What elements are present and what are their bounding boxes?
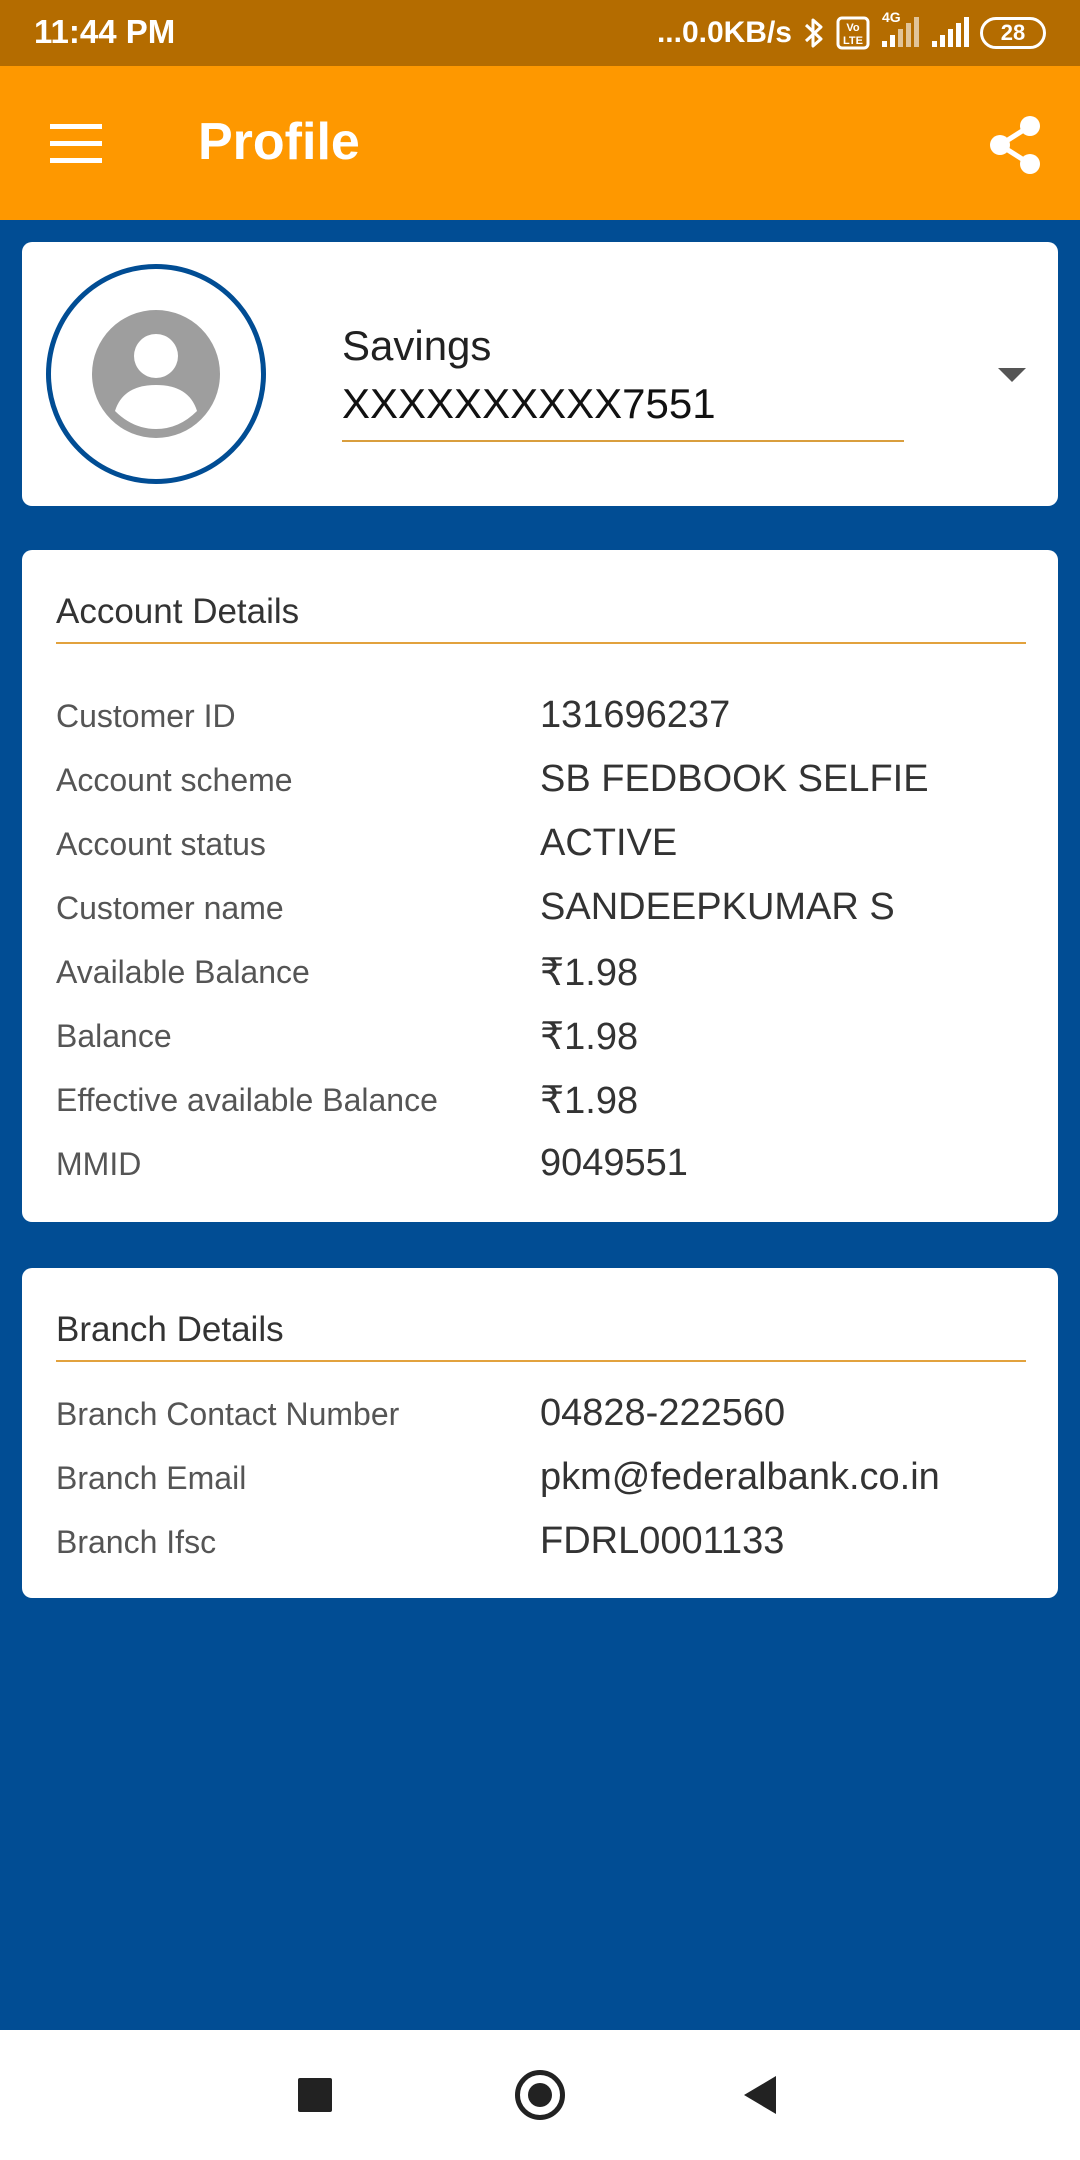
detail-value: pkm@federalbank.co.in [540,1456,940,1498]
section-divider [56,642,1026,644]
detail-value: ₹1.98 [540,1080,639,1122]
detail-label: Account scheme [56,762,293,798]
detail-label: Account status [56,826,266,862]
branch-details-card: Branch Details Branch Contact Number 048… [22,1268,1058,1598]
hamburger-menu-icon[interactable] [48,122,106,166]
account-type: Savings [342,322,492,369]
back-triangle-icon[interactable] [744,2076,776,2114]
section-divider [56,1360,1026,1362]
detail-value: ACTIVE [540,822,678,864]
svg-text:Vo: Vo [846,22,860,34]
account-selector[interactable]: Savings XXXXXXXXXX7551 [342,322,904,442]
avatar[interactable] [46,264,266,484]
detail-label: Customer name [56,890,284,926]
account-number: XXXXXXXXXX7551 [342,380,716,427]
person-icon [92,310,220,438]
signal-icon: 4G [880,9,920,49]
detail-label: Customer ID [56,698,236,734]
app-bar: Profile [0,66,1080,220]
detail-value: 9049551 [540,1142,688,1184]
detail-value: ₹1.98 [540,952,639,994]
signal-icon [930,17,970,49]
detail-label: Branch Email [56,1460,247,1496]
detail-label: Branch Contact Number [56,1396,400,1432]
status-time: 11:44 PM [34,13,176,50]
detail-value: SANDEEPKUMAR S [540,886,895,928]
svg-text:LTE: LTE [843,35,863,47]
detail-value: FDRL0001133 [540,1520,785,1562]
network-speed: ...0.0KB/s [656,16,792,49]
battery-icon: 28 [980,17,1046,49]
volte-icon: Vo LTE [836,16,870,50]
detail-value: ₹1.98 [540,1016,639,1058]
account-details-card: Account Details Customer ID 131696237 Ac… [22,550,1058,1222]
network-type-label: 4G [882,9,901,25]
page-title: Profile [198,113,360,171]
share-icon[interactable] [986,114,1044,176]
status-icons: ...0.0KB/s Vo LTE 4G 28 [656,9,1046,54]
detail-label: Effective available Balance [56,1082,438,1118]
account-card: Savings XXXXXXXXXX7551 [22,242,1058,506]
section-title: Account Details [56,592,300,631]
status-bar: 11:44 PM ...0.0KB/s Vo LTE 4G 28 [0,0,1080,66]
section-title: Branch Details [56,1310,284,1349]
detail-value: SB FEDBOOK SELFIE [540,758,929,800]
chevron-down-icon[interactable] [998,368,1026,382]
system-nav-bar [0,2030,1080,2160]
bluetooth-icon [802,16,826,50]
detail-value: 131696237 [540,694,731,736]
home-circle-icon[interactable] [515,2070,565,2120]
detail-label: Balance [56,1018,172,1054]
recents-square-icon[interactable] [298,2078,332,2112]
detail-label: Available Balance [56,954,310,990]
detail-label: Branch Ifsc [56,1524,217,1560]
detail-value: 04828-222560 [540,1392,786,1434]
detail-label: MMID [56,1146,142,1182]
